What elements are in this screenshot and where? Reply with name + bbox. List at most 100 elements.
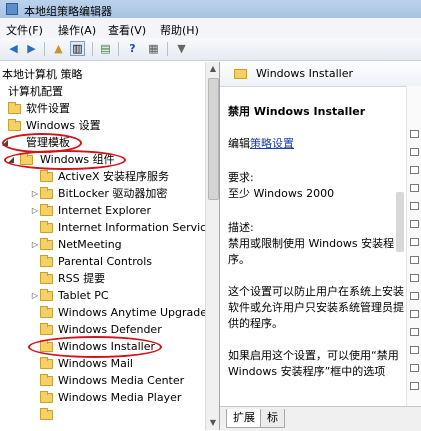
- folder-icon: [40, 238, 53, 250]
- setting-icon[interactable]: [410, 256, 419, 264]
- forward-icon[interactable]: ▶: [24, 41, 39, 56]
- setting-icon[interactable]: [410, 130, 419, 138]
- setting-icon[interactable]: [410, 346, 419, 354]
- setting-icon[interactable]: [410, 238, 419, 246]
- setting-icon[interactable]: [410, 364, 419, 372]
- collapse-arrow-icon[interactable]: ◢: [0, 134, 10, 151]
- collapse-arrow-icon[interactable]: ◢: [6, 151, 16, 168]
- toolbar-separator: [118, 42, 119, 56]
- setting-icon[interactable]: [410, 310, 419, 318]
- tree-item-rss[interactable]: RSS 提要: [0, 270, 205, 287]
- filter-icon[interactable]: ▼: [174, 41, 189, 56]
- scroll-down-icon[interactable]: ▼: [206, 416, 219, 430]
- tab-standard[interactable]: 标: [260, 409, 285, 428]
- tree-item-label: 管理模板: [26, 136, 70, 149]
- toolbar-separator: [44, 42, 45, 56]
- tree-item-windows-settings[interactable]: Windows 设置: [0, 117, 205, 134]
- details-header-title: Windows Installer: [256, 67, 354, 80]
- title-bar: 本地组策略编辑器: [0, 0, 421, 19]
- scroll-thumb[interactable]: [208, 78, 219, 200]
- scroll-up-icon[interactable]: ▲: [206, 62, 219, 76]
- tree-item-label: ActiveX 安装程序服务: [58, 170, 170, 183]
- setting-icon[interactable]: [410, 166, 419, 174]
- tree-item-defender[interactable]: Windows Defender: [0, 321, 205, 338]
- edit-line: 编辑策略设置: [228, 136, 404, 152]
- tree-item-computer-config[interactable]: 计算机配置: [0, 83, 205, 100]
- tree-item-iis[interactable]: Internet Information Services: [0, 219, 219, 236]
- description-text: 这个设置可以防止用户在系统上安装软件或允许用户只安装系统管理员提供的程序。: [228, 285, 404, 330]
- tree-item-media-player[interactable]: Windows Media Player: [0, 389, 205, 406]
- show-hide-tree-icon[interactable]: ▥: [70, 41, 85, 56]
- tree-item-label: Windows 设置: [26, 119, 101, 132]
- tree-item-software-settings[interactable]: 软件设置: [0, 100, 205, 117]
- menu-bar: 文件(F) 操作(A) 查看(V) 帮助(H): [0, 18, 421, 39]
- toolbar: ◀ ▶ ▲ ▥ ▤ ? ▦ ▼: [0, 38, 421, 61]
- menu-action[interactable]: 操作(A): [58, 22, 96, 38]
- tree-item-label: Internet Explorer: [58, 204, 151, 217]
- setting-icon[interactable]: [410, 382, 419, 390]
- tree-item-label: Windows Anytime Upgrade: [58, 306, 207, 319]
- details-scrollbar[interactable]: [396, 192, 404, 252]
- edit-policy-link[interactable]: 策略设置: [250, 137, 294, 150]
- tree-item-netmeeting[interactable]: ▷ NetMeeting: [0, 236, 205, 253]
- back-icon[interactable]: ◀: [6, 41, 21, 56]
- folder-icon: [8, 119, 21, 131]
- tab-extended[interactable]: 扩展: [226, 409, 262, 428]
- tree-item-label: 计算机配置: [8, 85, 63, 98]
- tree-item-internet-explorer[interactable]: ▷ Internet Explorer: [0, 202, 205, 219]
- setting-icon[interactable]: [410, 148, 419, 156]
- tree-scrollbar[interactable]: ▲ ▼: [205, 62, 219, 430]
- setting-icon[interactable]: [410, 292, 419, 300]
- tree-item-parental-controls[interactable]: Parental Controls: [0, 253, 205, 270]
- tree-item-label: RSS 提要: [58, 272, 106, 285]
- tree-item-tablet-pc[interactable]: ▷ Tablet PC: [0, 287, 205, 304]
- tree-item-bitlocker[interactable]: ▷ BitLocker 驱动器加密: [0, 185, 205, 202]
- tree-item-label: NetMeeting: [58, 238, 122, 251]
- window-title: 本地组策略编辑器: [24, 5, 112, 18]
- tree-item-activex[interactable]: ActiveX 安装程序服务: [0, 168, 205, 185]
- policy-heading: 禁用 Windows Installer: [228, 105, 366, 118]
- tree-item-anytime-upgrade[interactable]: Windows Anytime Upgrade: [0, 304, 207, 321]
- expand-arrow-icon[interactable]: ▷: [30, 202, 40, 219]
- settings-list[interactable]: [406, 86, 421, 406]
- setting-icon[interactable]: [410, 274, 419, 282]
- folder-icon: [40, 357, 53, 369]
- expand-arrow-icon[interactable]: ▷: [30, 185, 40, 202]
- folder-icon: [40, 289, 53, 301]
- folder-icon: [40, 170, 53, 182]
- app-icon: [6, 3, 18, 15]
- tree-item-partial[interactable]: [0, 406, 205, 423]
- setting-icon[interactable]: [410, 220, 419, 228]
- tree-item-media-center[interactable]: Windows Media Center: [0, 372, 205, 389]
- setting-icon[interactable]: [410, 328, 419, 336]
- tree-item-windows-mail[interactable]: Windows Mail: [0, 355, 205, 372]
- tree-item-label: Windows 组件: [40, 153, 115, 166]
- setting-icon[interactable]: [410, 202, 419, 210]
- toolbar-separator: [92, 42, 93, 56]
- menu-file[interactable]: 文件(F): [6, 22, 43, 38]
- tree-item-admin-templates[interactable]: ◢ 管理模板: [0, 134, 205, 151]
- tree-item-windows-installer[interactable]: Windows Installer: [0, 338, 205, 355]
- tree-item-label: Parental Controls: [58, 255, 152, 268]
- tree-item-windows-components[interactable]: ◢ Windows 组件: [0, 151, 205, 168]
- folder-icon: [8, 102, 21, 114]
- export-list-icon[interactable]: ▤: [98, 41, 113, 56]
- setting-icon[interactable]: [410, 184, 419, 192]
- tree-item-root[interactable]: 本地计算机 策略: [0, 66, 205, 83]
- expand-arrow-icon[interactable]: ▷: [30, 287, 40, 304]
- menu-help[interactable]: 帮助(H): [160, 22, 199, 38]
- folder-icon: [40, 204, 53, 216]
- edit-prefix: 编辑: [228, 137, 250, 150]
- view-tabs: 扩展 标: [220, 406, 421, 431]
- folder-icon: [40, 221, 53, 233]
- properties-icon[interactable]: ▦: [146, 41, 161, 56]
- expand-arrow-icon[interactable]: ▷: [30, 236, 40, 253]
- tree-item-label: Windows Media Center: [58, 374, 185, 387]
- up-folder-icon[interactable]: ▲: [51, 41, 66, 56]
- help-icon[interactable]: ?: [125, 41, 140, 56]
- tree-item-label: Windows Mail: [58, 357, 133, 370]
- details-pane: Windows Installer 禁用 Windows Installer 编…: [220, 62, 421, 431]
- menu-view[interactable]: 查看(V): [108, 22, 146, 38]
- folder-icon: [40, 255, 53, 267]
- tree-pane[interactable]: 本地计算机 策略 计算机配置 软件设置 Windows 设置 ◢ 管理模板 ◢ …: [0, 62, 220, 430]
